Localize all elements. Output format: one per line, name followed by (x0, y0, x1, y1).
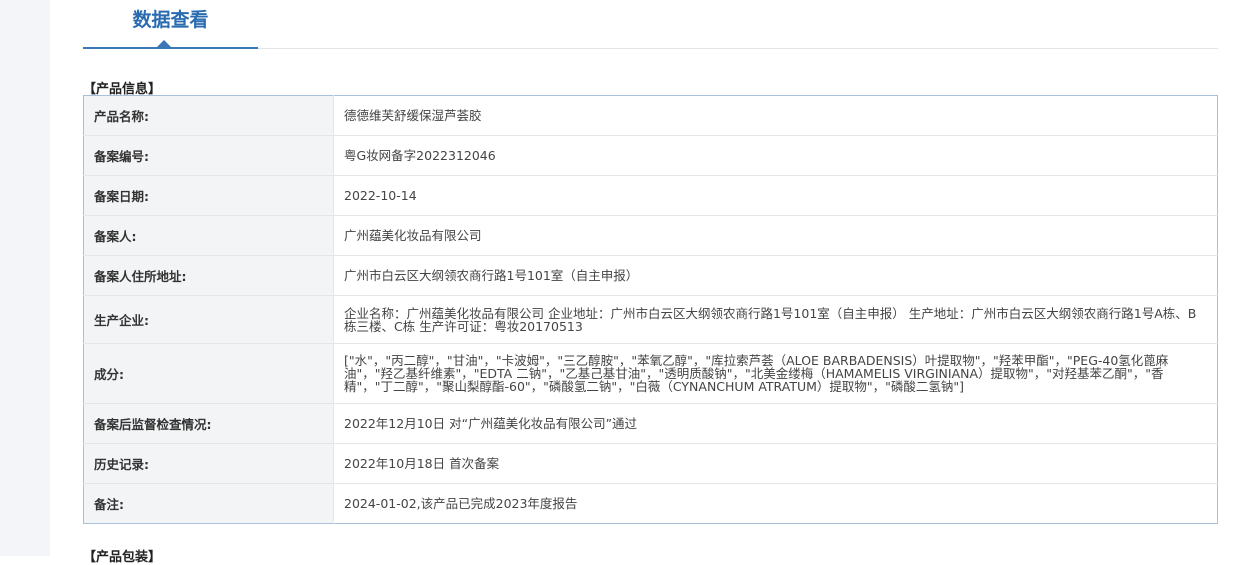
left-side-strip (0, 0, 50, 556)
row-value: 广州市白云区大纲领农商行路1号101室（自主申报） (333, 255, 1218, 296)
row-label: 成分: (83, 343, 334, 404)
row-value: 2022-10-14 (333, 175, 1218, 216)
table-row: 历史记录: 2022年10月18日 首次备案 (83, 443, 1218, 484)
row-label: 生产企业: (83, 295, 334, 344)
table-row: 产品名称: 德德维芙舒缓保湿芦荟胶 (83, 95, 1218, 136)
table-row: 备案编号: 粤G妆网备字2022312046 (83, 135, 1218, 176)
row-label: 产品名称: (83, 95, 334, 136)
active-tab-arrow-icon (157, 40, 171, 47)
row-value: 广州蕴美化妆品有限公司 (333, 215, 1218, 256)
row-value: 2022年12月10日 对“广州蕴美化妆品有限公司”通过 (333, 403, 1218, 444)
row-value: 粤G妆网备字2022312046 (333, 135, 1218, 176)
row-value: ["水"，"丙二醇"，"甘油"，"卡波姆"，"三乙醇胺"，"苯氧乙醇"，"库拉索… (333, 343, 1218, 404)
row-label: 历史记录: (83, 443, 334, 484)
row-label: 备案人: (83, 215, 334, 256)
row-label: 备案人住所地址: (83, 255, 334, 296)
table-row: 备注: 2024-01-02,该产品已完成2023年度报告 (83, 483, 1218, 524)
row-label: 备案后监督检查情况: (83, 403, 334, 444)
row-label: 备案日期: (83, 175, 334, 216)
table-row: 备案后监督检查情况: 2022年12月10日 对“广州蕴美化妆品有限公司”通过 (83, 403, 1218, 444)
row-label: 备案编号: (83, 135, 334, 176)
row-value: 2024-01-02,该产品已完成2023年度报告 (333, 483, 1218, 524)
active-tab-underline (83, 47, 258, 49)
table-row: 备案人住所地址: 广州市白云区大纲领农商行路1号101室（自主申报） (83, 255, 1218, 296)
table-row: 备案日期: 2022-10-14 (83, 175, 1218, 216)
table-row: 备案人: 广州蕴美化妆品有限公司 (83, 215, 1218, 256)
table-row: 成分: ["水"，"丙二醇"，"甘油"，"卡波姆"，"三乙醇胺"，"苯氧乙醇"，… (83, 343, 1218, 404)
product-info-table: 产品名称: 德德维芙舒缓保湿芦荟胶 备案编号: 粤G妆网备字2022312046… (83, 95, 1218, 524)
row-value: 2022年10月18日 首次备案 (333, 443, 1218, 484)
row-value: 企业名称：广州蕴美化妆品有限公司 企业地址：广州市白云区大纲领农商行路1号101… (333, 295, 1218, 344)
row-label: 备注: (83, 483, 334, 524)
table-row: 生产企业: 企业名称：广州蕴美化妆品有限公司 企业地址：广州市白云区大纲领农商行… (83, 295, 1218, 344)
row-value: 德德维芙舒缓保湿芦荟胶 (344, 108, 482, 123)
